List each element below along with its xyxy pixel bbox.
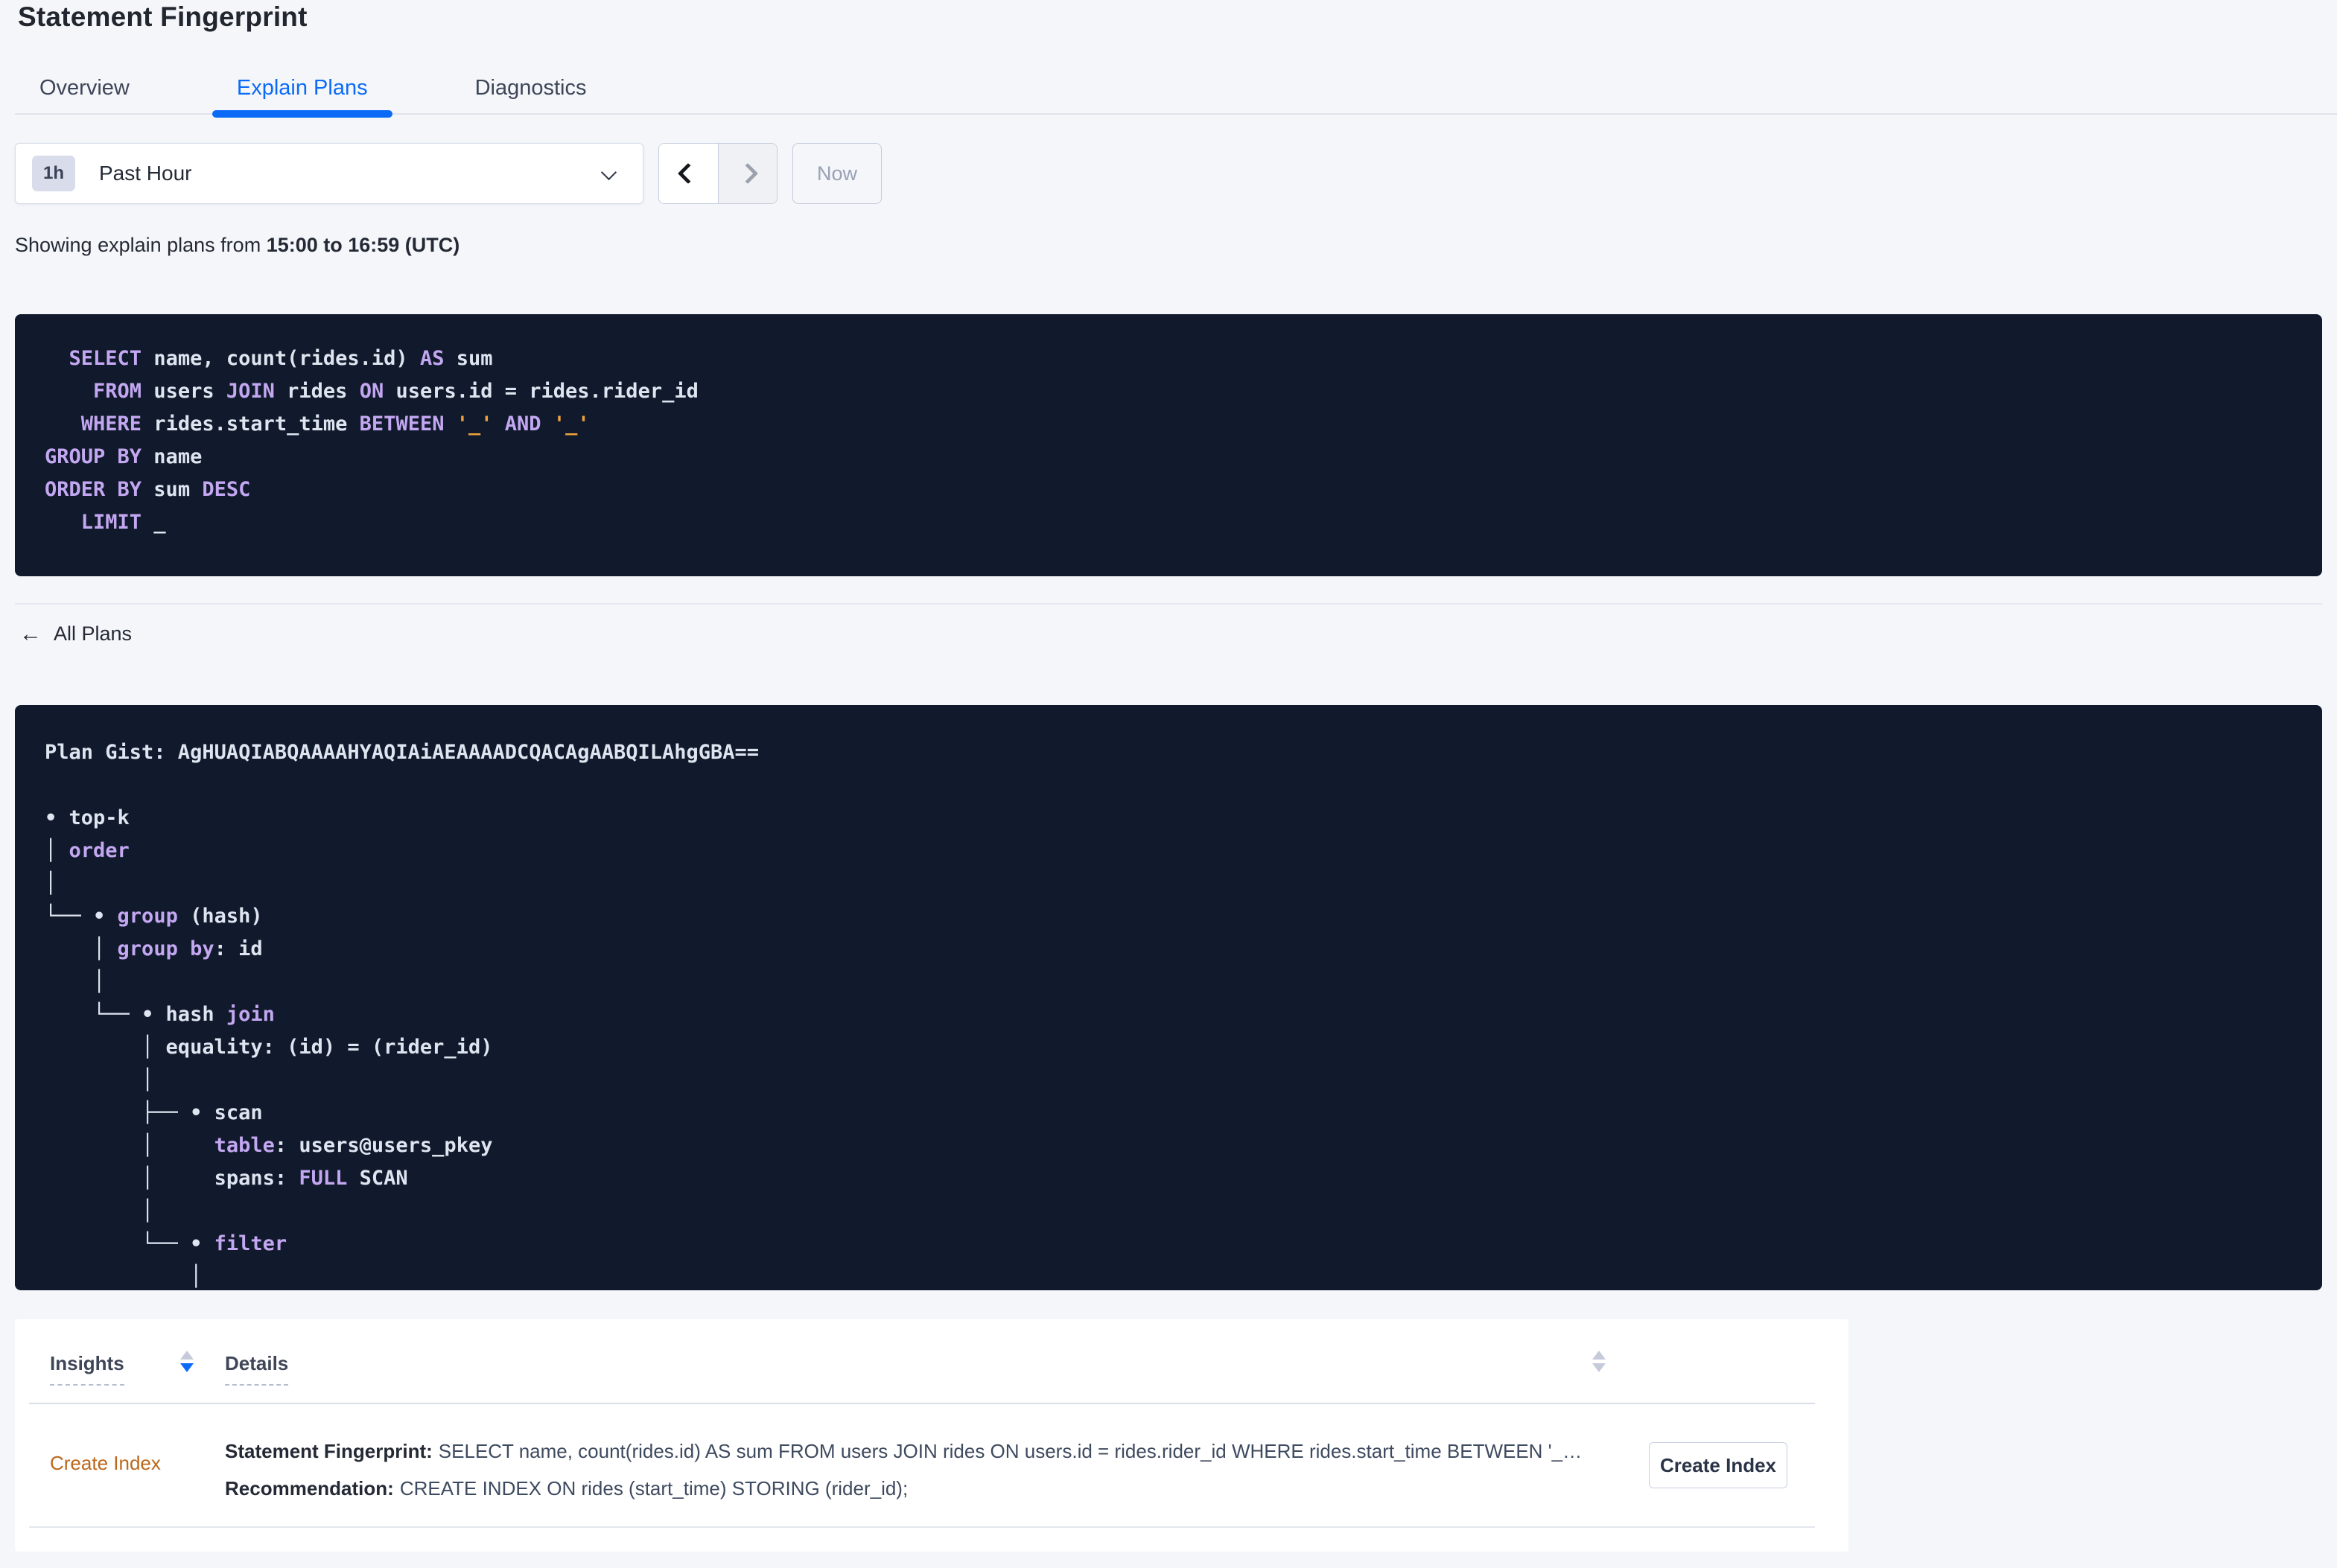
tab-overview[interactable]: Overview: [15, 66, 154, 113]
showing-range: 15:00 to 16:59 (UTC): [266, 234, 460, 256]
statement-fingerprint-page: Statement Fingerprint Overview Explain P…: [0, 0, 2337, 1568]
recommendation-label: Recommendation:: [225, 1477, 394, 1500]
plan-gist-block: Plan Gist: AgHUAQIABQAAAAHYAQIAiAEAAAADC…: [15, 705, 2322, 1290]
showing-range-text: Showing explain plans from 15:00 to 16:5…: [15, 234, 460, 257]
time-range-badge: 1h: [32, 156, 75, 191]
tab-diagnostics[interactable]: Diagnostics: [451, 66, 611, 113]
insights-table-card: Insights Details Create Index Statement …: [15, 1319, 1848, 1552]
next-time-button[interactable]: [718, 144, 777, 203]
showing-prefix: Showing explain plans from: [15, 234, 267, 256]
time-range-dropdown[interactable]: 1h Past Hour: [15, 143, 643, 204]
details-cell: Statement Fingerprint: SELECT name, count…: [225, 1432, 1625, 1507]
previous-time-button[interactable]: [659, 144, 719, 203]
sort-icon[interactable]: [1592, 1351, 1606, 1372]
time-pager: [658, 143, 778, 204]
statement-fingerprint-value: SELECT name, count(rides.id) AS sum FROM…: [438, 1440, 1583, 1462]
recommendation-value: CREATE INDEX ON rides (start_time) STORI…: [399, 1477, 909, 1500]
chevron-down-icon: [600, 164, 617, 181]
sort-up-arrow-icon: [180, 1351, 194, 1360]
table-header-divider: [29, 1403, 1815, 1404]
create-index-button[interactable]: Create Index: [1649, 1442, 1787, 1488]
sort-icon[interactable]: [180, 1351, 194, 1372]
sql-statement-block: SELECT name, count(rides.id) AS sum FROM…: [15, 314, 2322, 576]
insights-column-header[interactable]: Insights: [50, 1352, 124, 1386]
sort-down-arrow-icon: [1592, 1363, 1606, 1372]
all-plans-link[interactable]: ← All Plans: [19, 622, 132, 646]
sort-down-arrow-icon: [180, 1363, 194, 1372]
now-button[interactable]: Now: [792, 143, 882, 204]
page-title: Statement Fingerprint: [18, 1, 308, 32]
recommendation-detail: Recommendation: CREATE INDEX ON rides (st…: [225, 1470, 1625, 1507]
section-divider: [15, 603, 2322, 605]
chevron-right-icon: [737, 162, 758, 185]
create-index-link[interactable]: Create Index: [50, 1452, 161, 1475]
arrow-left-icon: ←: [19, 621, 42, 646]
table-row-divider: [29, 1526, 1815, 1528]
tab-bar: Overview Explain Plans Diagnostics: [15, 66, 2337, 118]
chevron-left-icon: [678, 162, 699, 185]
tab-explain-plans[interactable]: Explain Plans: [212, 66, 392, 118]
time-range-label: Past Hour: [99, 162, 192, 185]
statement-fingerprint-detail: Statement Fingerprint: SELECT name, count…: [225, 1432, 1625, 1470]
statement-fingerprint-label: Statement Fingerprint:: [225, 1440, 433, 1462]
details-column-header[interactable]: Details: [225, 1352, 289, 1386]
sort-up-arrow-icon: [1592, 1351, 1606, 1360]
all-plans-label: All Plans: [54, 622, 133, 645]
